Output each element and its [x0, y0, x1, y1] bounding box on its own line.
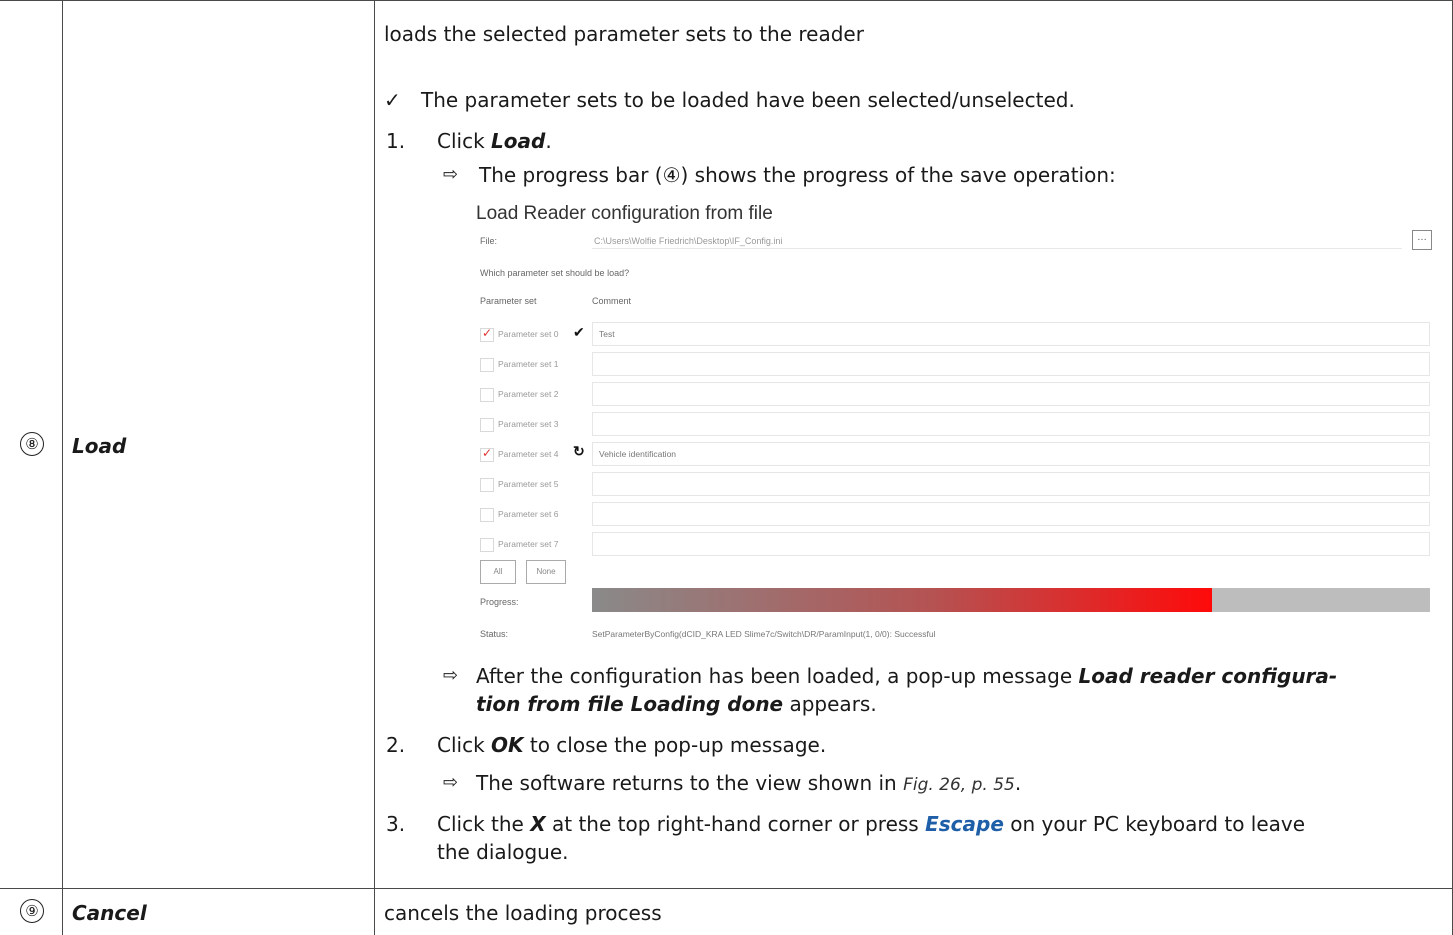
step3-text-line1: Click the X at the top right-hand corner… — [437, 812, 1306, 836]
set7-comment[interactable] — [592, 532, 1430, 556]
progress-bar — [592, 588, 1430, 612]
step2-text: Click OK to close the pop-up message. — [437, 733, 827, 757]
set5-label: Parameter set 5 — [498, 479, 559, 489]
row8-intro: loads the selected parameter sets to the… — [384, 22, 864, 46]
set3-label: Parameter set 3 — [498, 419, 559, 429]
set6-comment[interactable] — [592, 502, 1430, 526]
set0-comment[interactable]: Test — [592, 322, 1430, 346]
set3-checkbox[interactable] — [480, 418, 494, 432]
row9-desc: cancels the loading process — [384, 901, 662, 925]
set2-checkbox[interactable] — [480, 388, 494, 402]
set7-checkbox[interactable] — [480, 538, 494, 552]
set5-checkbox[interactable] — [480, 478, 494, 492]
set0-label: Parameter set 0 — [498, 329, 559, 339]
set3-comment[interactable] — [592, 412, 1430, 436]
row8-number: ⑧ — [20, 432, 44, 456]
select-all-button[interactable]: All — [480, 560, 516, 584]
set2-label: Parameter set 2 — [498, 389, 559, 399]
dialog-title: Load Reader configuration from file — [476, 203, 773, 224]
set2-comment[interactable] — [592, 382, 1430, 406]
col-set-header: Parameter set — [480, 296, 537, 306]
set4-comment[interactable]: Vehicle identification — [592, 442, 1430, 466]
prereq-text: The parameter sets to be loaded have bee… — [421, 88, 1075, 112]
file-underline — [592, 248, 1402, 249]
result-arrow-icon: ⇨ — [443, 665, 459, 686]
progress-bar-fill — [592, 588, 1213, 612]
load-term: Load — [491, 129, 546, 153]
file-path: C:\Users\Wolfie Friedrich\Desktop\IF_Con… — [594, 236, 783, 246]
progress-label: Progress: — [480, 597, 519, 607]
result-arrow-icon: ⇨ — [443, 164, 459, 185]
browse-button[interactable]: … — [1412, 230, 1432, 250]
set1-label: Parameter set 1 — [498, 359, 559, 369]
question-label: Which parameter set should be load? — [480, 268, 630, 278]
ok-term: OK — [491, 733, 524, 757]
result2-text-line1: After the configuration has been loaded,… — [476, 664, 1338, 688]
file-label: File: — [480, 236, 498, 246]
row8-name: Load — [72, 434, 127, 458]
set6-checkbox[interactable] — [480, 508, 494, 522]
set7-label: Parameter set 7 — [498, 539, 559, 549]
status-text: SetParameterByConfig(dCID_KRA LED Slime7… — [592, 629, 936, 639]
set0-status-icon: ✔ — [573, 324, 585, 340]
col-divider-1 — [62, 0, 63, 935]
step1-number: 1. — [386, 129, 406, 153]
set4-sync-icon: ↻ — [573, 443, 585, 459]
set0-checkbox[interactable] — [480, 326, 494, 342]
set1-checkbox[interactable] — [480, 358, 494, 372]
prereq-check-icon: ✓ — [384, 88, 401, 112]
row9-number: ⑨ — [20, 899, 44, 923]
select-none-button[interactable]: None — [526, 560, 566, 584]
result-arrow-icon: ⇨ — [443, 772, 459, 793]
step2-number: 2. — [386, 733, 406, 757]
result3-text: The software returns to the view shown i… — [476, 771, 1022, 795]
set5-comment[interactable] — [592, 472, 1430, 496]
result1-text: The progress bar (④) shows the progress … — [479, 163, 1116, 187]
col-divider-2 — [374, 0, 375, 935]
escape-key-term: Escape — [925, 812, 1004, 836]
table-border-top — [0, 0, 1453, 1]
set4-label: Parameter set 4 — [498, 449, 559, 459]
row9-name: Cancel — [72, 901, 147, 925]
figure-reference-link[interactable]: Fig. 26, p. 55 — [903, 775, 1015, 795]
step3-text-line2: the dialogue. — [437, 840, 569, 864]
set6-label: Parameter set 6 — [498, 509, 559, 519]
row-divider — [0, 888, 1453, 889]
set1-comment[interactable] — [592, 352, 1430, 376]
step3-number: 3. — [386, 812, 406, 836]
set4-checkbox[interactable] — [480, 446, 494, 462]
step1-text: Click Load. — [437, 129, 552, 153]
result2-text-line2: tion from file Loading done appears. — [476, 692, 877, 716]
dialog-screenshot: Load Reader configuration from file File… — [470, 200, 1442, 640]
status-label: Status: — [480, 629, 509, 639]
col-comment-header: Comment — [592, 296, 632, 306]
